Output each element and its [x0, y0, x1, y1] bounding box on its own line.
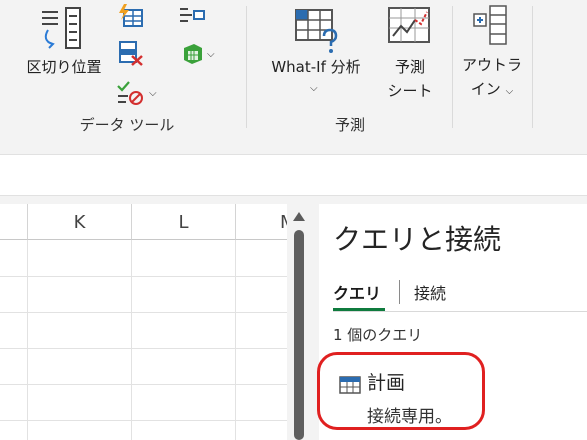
data-validation-button[interactable]: ⌵	[116, 80, 157, 106]
group-separator	[246, 6, 247, 128]
chevron-down-icon: ⌵	[207, 48, 215, 60]
flash-fill-button[interactable]	[118, 4, 144, 28]
ribbon-bottom-strip	[0, 142, 587, 155]
text-to-columns-label: 区切り位置	[26, 58, 102, 76]
forecast-sheet-label-1: 予測	[394, 58, 425, 76]
chevron-down-icon: ⌵	[149, 87, 157, 99]
text-to-columns-icon	[42, 7, 81, 49]
text-to-columns-button[interactable]: 区切り位置	[20, 4, 108, 86]
group-separator	[452, 6, 453, 128]
outline-label-2-wrap: イン ⌵	[460, 78, 524, 103]
ribbon: 区切り位置 ⌵ ⌵ What-If 分析 ⌵ 予測 シート アウトラ イン ⌵ …	[0, 0, 587, 142]
worksheet-grid[interactable]: K L M	[0, 204, 287, 440]
column-header-k[interactable]: K	[28, 204, 132, 240]
sheet-top-gap	[0, 196, 587, 204]
outline-label-2: イン	[470, 80, 501, 98]
queries-connections-pane: クエリと接続 クエリ 接続 1 個のクエリ 計画 接続専用。	[317, 204, 587, 440]
whatif-analysis-button[interactable]: What-If 分析 ⌵	[256, 4, 376, 104]
remove-duplicates-icon	[119, 41, 143, 66]
grid-line	[0, 384, 287, 385]
consolidate-icon	[180, 8, 205, 22]
consolidate-button[interactable]	[178, 6, 206, 24]
vertical-scrollbar[interactable]	[287, 204, 311, 440]
forecast-sheet-label-2: シート	[387, 82, 433, 100]
column-header-m[interactable]: M	[236, 204, 287, 240]
tab-divider	[333, 311, 587, 312]
column-header-l[interactable]: L	[132, 204, 236, 240]
grid-line	[0, 276, 287, 277]
tab-queries[interactable]: クエリ	[333, 280, 381, 304]
grid-line	[235, 240, 236, 440]
grid-line	[131, 240, 132, 440]
forecast-group-label: 予測	[334, 116, 365, 134]
outline-button[interactable]: アウトラ イン ⌵	[460, 4, 524, 104]
grid-line	[27, 240, 28, 440]
tab-separator	[399, 280, 400, 304]
column-header-j[interactable]	[0, 204, 28, 240]
whatif-analysis-icon	[295, 9, 338, 53]
whatif-analysis-label: What-If 分析	[271, 58, 361, 76]
remove-duplicates-button[interactable]	[118, 40, 144, 66]
grid-line	[0, 348, 287, 349]
outline-icon	[473, 5, 507, 45]
formula-bar[interactable]	[0, 155, 587, 196]
query-count: 1 個のクエリ	[333, 326, 423, 344]
chevron-down-icon: ⌵	[310, 83, 318, 94]
outline-label-1: アウトラ	[461, 56, 522, 74]
forecast-sheet-icon	[388, 7, 430, 43]
group-separator	[532, 6, 533, 128]
data-validation-icon	[117, 81, 143, 105]
grid-line	[0, 420, 287, 421]
chevron-down-icon: ⌵	[505, 86, 514, 97]
tab-connections[interactable]: 接続	[414, 280, 446, 304]
scroll-up-arrow-icon[interactable]	[293, 212, 305, 221]
data-model-button[interactable]: ⌵	[180, 42, 215, 66]
data-model-icon	[184, 44, 202, 64]
flash-fill-icon	[119, 4, 143, 27]
data-tools-group-label: データ ツール	[79, 116, 175, 134]
highlight-annotation	[317, 352, 485, 430]
grid-line	[0, 312, 287, 313]
scroll-thumb[interactable]	[294, 230, 304, 440]
forecast-sheet-button[interactable]: 予測 シート	[382, 4, 438, 104]
pane-title: クエリと接続	[333, 223, 502, 256]
